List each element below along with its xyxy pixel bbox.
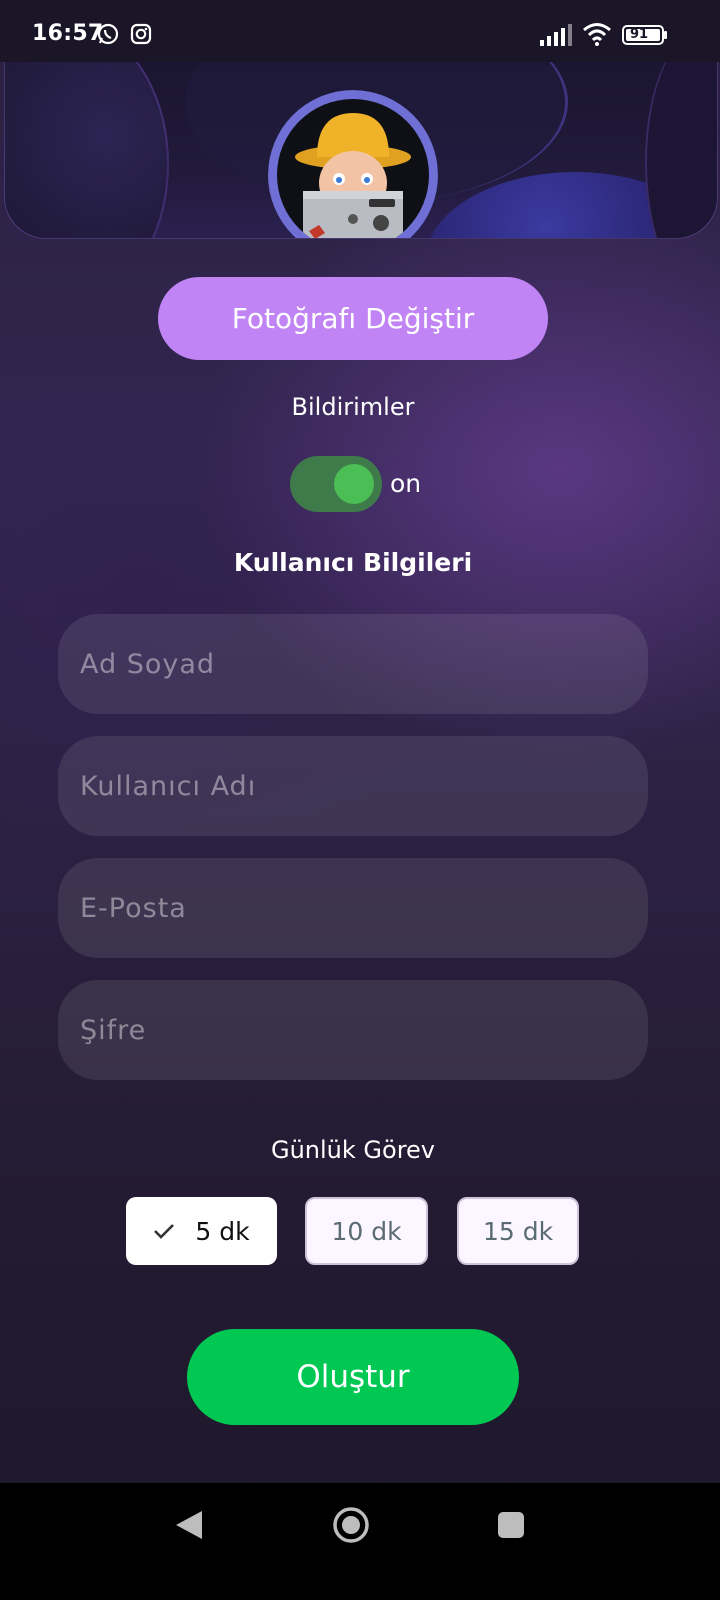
wifi-icon xyxy=(582,22,612,50)
back-icon[interactable] xyxy=(174,1509,204,1545)
daily-option-5[interactable]: 5 dk xyxy=(126,1197,277,1265)
profile-avatar[interactable] xyxy=(268,90,438,238)
full-name-input[interactable] xyxy=(58,614,648,714)
notifications-label: Bildirimler xyxy=(291,393,415,421)
daily-option-label: 10 dk xyxy=(331,1216,402,1246)
battery-level: 91 xyxy=(630,27,649,42)
system-nav-bar xyxy=(0,1483,720,1600)
recents-icon[interactable] xyxy=(497,1511,525,1543)
email-input[interactable] xyxy=(58,858,648,958)
whatsapp-icon xyxy=(96,22,120,50)
notifications-state-text: on xyxy=(390,469,422,498)
check-icon xyxy=(153,1222,175,1240)
username-input[interactable] xyxy=(58,736,648,836)
notifications-toggle[interactable] xyxy=(290,456,382,512)
signal-icon xyxy=(540,24,574,50)
daily-option-label: 15 dk xyxy=(482,1216,554,1246)
change-photo-button[interactable]: Fotoğrafı Değiştir xyxy=(158,277,548,360)
instagram-icon xyxy=(130,23,152,49)
daily-option-label: 5 dk xyxy=(195,1216,250,1246)
create-button[interactable]: Oluştur xyxy=(187,1329,519,1425)
user-info-title: Kullanıcı Bilgileri xyxy=(233,548,473,577)
battery-icon: 91 xyxy=(622,24,668,50)
status-time: 16:57 xyxy=(32,21,104,46)
daily-option-15[interactable]: 15 dk xyxy=(457,1197,579,1265)
status-bar: 16:57 91 xyxy=(0,0,720,62)
home-icon[interactable] xyxy=(332,1506,370,1548)
daily-option-10[interactable]: 10 dk xyxy=(305,1197,428,1265)
daily-task-title: Günlük Görev xyxy=(270,1136,435,1164)
toggle-knob xyxy=(334,464,374,504)
password-input[interactable] xyxy=(58,980,648,1080)
